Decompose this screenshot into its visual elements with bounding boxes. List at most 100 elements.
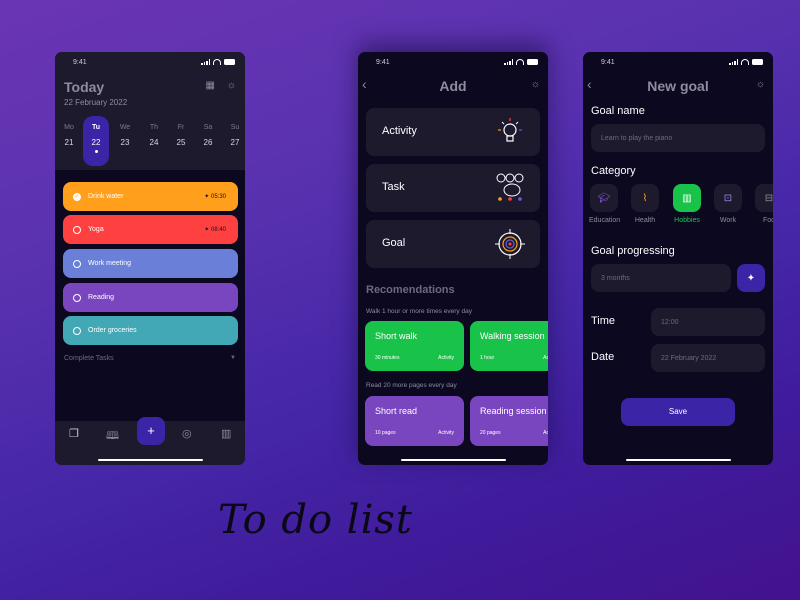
numbered-steps-icon — [496, 173, 524, 201]
lightbulb-icon — [498, 118, 522, 142]
task-label: Drink water — [88, 193, 124, 200]
task-time: ✦ 05:30 — [204, 194, 226, 200]
day-th[interactable]: Th 24 — [141, 116, 167, 166]
signal-icon — [729, 59, 738, 65]
card-label: Task — [382, 181, 405, 193]
card-kind: Activity — [438, 355, 454, 361]
card-title: Short read — [375, 406, 418, 416]
date-input[interactable]: 22 February 2022 — [651, 344, 765, 372]
task-label: Reading — [88, 294, 115, 301]
day-sa[interactable]: Sa 26 — [195, 116, 221, 166]
goal-progressing-label: Goal progressing — [591, 245, 675, 257]
sun-icon[interactable]: ☼ — [531, 79, 540, 90]
stats-icon[interactable]: ▥ — [221, 427, 231, 440]
category-education[interactable]: 🎓︎ Education — [589, 184, 620, 224]
book-icon[interactable]: 🕮 — [106, 427, 119, 446]
task-item[interactable]: ✓ Drink water ✦ 05:30 — [63, 182, 238, 211]
category-label: Category — [591, 165, 636, 177]
status-bar: 9:41 — [583, 58, 773, 70]
crosshair-target-icon — [495, 229, 525, 259]
documents-icon[interactable]: ❐ — [69, 427, 79, 440]
wifi-icon — [516, 59, 524, 65]
chevron-down-icon[interactable]: ▼ — [230, 355, 236, 361]
battery-icon — [527, 59, 538, 65]
day-fr[interactable]: Fr 25 — [168, 116, 194, 166]
page-title: New goal — [647, 78, 709, 94]
category-food[interactable]: ⊟Foo — [754, 184, 773, 224]
new-goal-screen: 9:41 ‹ New goal ☼ Goal name Learn to pla… — [583, 52, 773, 465]
sun-icon[interactable]: ☼ — [227, 80, 236, 91]
category-health[interactable]: ⌇ Health — [630, 184, 660, 224]
card-meta: 20 pages — [480, 430, 501, 436]
current-date: 22 February 2022 — [64, 98, 128, 107]
task-item[interactable]: Order groceries — [63, 316, 238, 345]
time-input[interactable]: 12:00 — [651, 308, 765, 336]
category-hobbies[interactable]: ▥ Hobbies — [672, 184, 702, 224]
week-strip: Mo 21 Tu 22 We 23 Th 24 Fr 25 Sa 26 Su 27 — [55, 116, 245, 166]
checked-icon[interactable]: ✓ — [73, 192, 81, 201]
category-work[interactable]: ⊡ Work — [713, 184, 743, 224]
day-mo[interactable]: Mo 21 — [56, 116, 82, 166]
task-item[interactable]: Yoga ✦ 08:40 — [63, 215, 238, 244]
goal-duration-input[interactable]: 3 months — [591, 264, 731, 292]
task-label: Yoga — [88, 226, 104, 233]
day-we[interactable]: We 23 — [112, 116, 138, 166]
day-tu-selected[interactable]: Tu 22 — [83, 116, 109, 166]
calendar-icon[interactable]: ▦ — [206, 80, 215, 91]
heartbeat-icon: ⌇ — [631, 184, 659, 212]
unchecked-icon[interactable] — [73, 326, 81, 335]
today-screen: 9:41 Today 22 February 2022 ▦ ☼ Mo 21 Tu 2… — [55, 52, 245, 465]
complete-tasks-toggle[interactable]: Complete Tasks — [64, 355, 114, 362]
task-item[interactable]: Reading — [63, 283, 238, 312]
plus-icon: + — [147, 423, 155, 438]
battery-icon — [752, 59, 763, 65]
card-meta: 10 pages — [375, 430, 396, 436]
card-label: Activity — [382, 125, 417, 137]
unchecked-icon[interactable] — [73, 225, 81, 234]
sun-icon[interactable]: ☼ — [756, 79, 765, 90]
task-label: Work meeting — [88, 260, 132, 267]
battery-icon — [224, 59, 235, 65]
status-bar: 9:41 — [358, 58, 548, 70]
signal-icon — [201, 59, 210, 65]
status-time: 9:41 — [601, 59, 615, 66]
page-title: Add — [439, 78, 467, 94]
add-screen: 9:41 ‹ Add ☼ Activity Task Goal Recomend… — [358, 52, 548, 465]
card-title: Reading session — [480, 406, 547, 416]
briefcase-icon: ⊡ — [714, 184, 742, 212]
status-time: 9:41 — [73, 59, 87, 66]
wifi-icon — [741, 59, 749, 65]
day-su[interactable]: Su 27 — [222, 116, 245, 166]
folder-icon: ⊟ — [755, 184, 773, 212]
task-label: Order groceries — [88, 327, 137, 334]
task-item[interactable]: Work meeting — [63, 249, 238, 278]
recommendation-card[interactable]: Short read 10 pages Activity — [365, 396, 464, 446]
add-activity-card[interactable]: Activity — [366, 108, 540, 156]
pin-icon: ✦ — [204, 194, 210, 200]
card-label: Goal — [382, 237, 406, 249]
card-meta: 1 hour — [480, 355, 495, 361]
graduation-cap-icon: 🎓︎ — [590, 184, 618, 212]
target-icon[interactable]: ◎ — [182, 427, 192, 440]
recommendation-card[interactable]: Reading session 20 pages Activity — [470, 396, 548, 446]
save-button[interactable]: Save — [621, 398, 735, 426]
pin-button[interactable]: ✦ — [737, 264, 765, 292]
recommendations-heading: Recomendations — [366, 284, 455, 296]
goal-name-input[interactable]: Learn to play the piano — [591, 124, 765, 152]
goal-name-label: Goal name — [591, 105, 645, 117]
caption: To do list — [218, 497, 413, 543]
piano-icon: ▥ — [673, 184, 701, 212]
time-label: Time — [591, 315, 616, 327]
unchecked-icon[interactable] — [73, 259, 81, 268]
add-task-card[interactable]: Task — [366, 164, 540, 212]
recommendation-card[interactable]: Short walk 30 minutes Activity — [365, 321, 464, 371]
home-indicator — [98, 458, 203, 461]
recommendation-subtitle: Read 20 more pages every day — [366, 382, 457, 389]
add-button[interactable]: + — [137, 417, 165, 445]
status-bar: 9:41 — [55, 58, 245, 70]
recommendation-card[interactable]: Walking session 1 hour Activity — [470, 321, 548, 371]
unchecked-icon[interactable] — [73, 293, 81, 302]
add-goal-card[interactable]: Goal — [366, 220, 540, 268]
home-indicator — [626, 458, 731, 461]
task-time: ✦ 08:40 — [204, 227, 226, 233]
